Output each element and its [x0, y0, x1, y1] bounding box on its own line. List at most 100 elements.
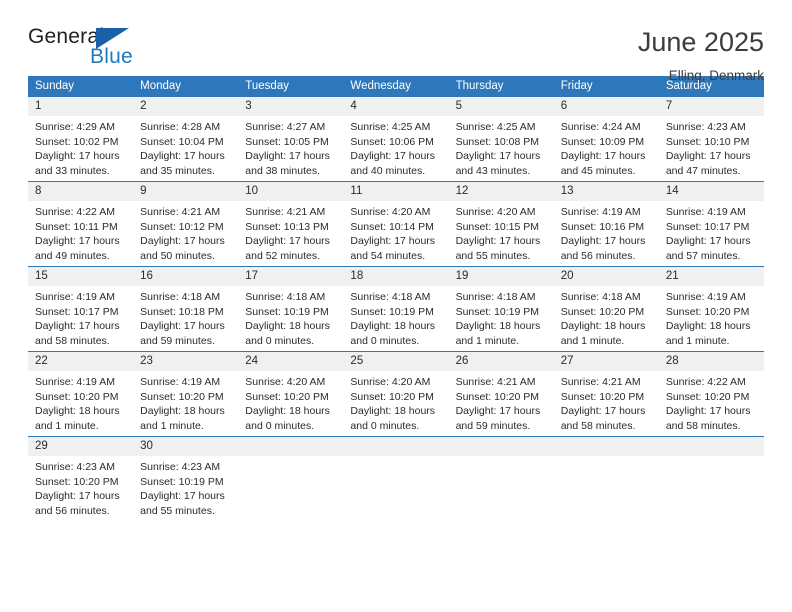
sunset-time: Sunset: 10:09 PM — [560, 135, 645, 148]
calendar-day-cell[interactable]: 26 Sunrise: 4:21 AM Sunset: 10:20 PM Daylig… — [448, 351, 554, 437]
day-number: 9 — [133, 182, 239, 201]
day-number: 26 — [448, 352, 554, 371]
calendar-day-cell[interactable]: 15 Sunrise: 4:19 AM Sunset: 10:17 PM Daylig… — [28, 266, 134, 352]
calendar-day-cell[interactable]: 9 Sunrise: 4:21 AM Sunset: 10:12 PM Dayligh… — [133, 181, 239, 267]
daylight-duration-line2: and 1 minute. — [35, 419, 99, 432]
daylight-duration-line2: and 43 minutes. — [455, 164, 531, 177]
calendar-day-cell[interactable]: 27 Sunrise: 4:21 AM Sunset: 10:20 PM Daylig… — [553, 351, 659, 437]
calendar-day-cell[interactable]: 23 Sunrise: 4:19 AM Sunset: 10:20 PM Daylig… — [133, 351, 239, 437]
calendar-day-cell[interactable]: 16 Sunrise: 4:18 AM Sunset: 10:18 PM Daylig… — [133, 266, 239, 352]
calendar-day-cell[interactable]: 10 Sunrise: 4:21 AM Sunset: 10:13 PM Daylig… — [238, 181, 344, 267]
calendar-day-cell[interactable]: 12 Sunrise: 4:20 AM Sunset: 10:15 PM Daylig… — [448, 181, 554, 267]
day-number: 21 — [658, 267, 764, 286]
day-sun-info: Sunrise: 4:19 AM Sunset: 10:16 PM Daylight… — [554, 201, 659, 263]
sunrise-time: Sunrise: 4:21 AM — [455, 376, 536, 388]
calendar-day-cell[interactable]: 6 Sunrise: 4:24 AM Sunset: 10:09 PM Dayligh… — [553, 97, 659, 182]
day-sun-info: Sunrise: 4:23 AM Sunset: 10:19 PM Daylight… — [133, 456, 238, 518]
calendar-day-cell[interactable]: 28 Sunrise: 4:22 AM Sunset: 10:20 PM Daylig… — [658, 351, 764, 437]
sunset-time: Sunset: 10:19 PM — [350, 305, 434, 318]
sunrise-time: Sunrise: 4:18 AM — [245, 291, 326, 303]
sunset-time: Sunset: 10:20 PM — [140, 390, 224, 403]
calendar-day-cell[interactable]: 21 Sunrise: 4:19 AM Sunset: 10:20 PM Daylig… — [658, 266, 764, 352]
sunrise-time: Sunrise: 4:18 AM — [455, 291, 536, 303]
sunset-time: Sunset: 10:18 PM — [140, 305, 224, 318]
day-sun-info: Sunrise: 4:28 AM Sunset: 10:04 PM Daylight… — [133, 116, 238, 178]
sunset-time: Sunset: 10:10 PM — [665, 135, 750, 148]
calendar-day-cell[interactable]: 3 Sunrise: 4:27 AM Sunset: 10:05 PM Dayligh… — [238, 97, 344, 182]
sunset-time: Sunset: 10:20 PM — [245, 390, 329, 403]
calendar-page: General Blue June 2025 Elling, Denmark S… — [0, 0, 792, 612]
calendar-day-cell[interactable]: 7 Sunrise: 4:23 AM Sunset: 10:10 PM Dayligh… — [658, 97, 764, 182]
daylight-duration-line1: Daylight: 17 hours — [560, 405, 646, 418]
daylight-duration-line1: Daylight: 17 hours — [35, 320, 120, 333]
daylight-duration-line2: and 0 minutes. — [245, 419, 315, 432]
calendar-day-cell[interactable]: 11 Sunrise: 4:20 AM Sunset: 10:14 PM Daylig… — [343, 181, 449, 267]
sunset-time: Sunset: 10:11 PM — [35, 220, 118, 233]
day-number: 22 — [28, 352, 134, 371]
calendar-day-cell[interactable]: 20 Sunrise: 4:18 AM Sunset: 10:20 PM Daylig… — [553, 266, 659, 352]
calendar-day-cell[interactable]: 5 Sunrise: 4:25 AM Sunset: 10:08 PM Dayligh… — [448, 97, 554, 182]
calendar-day-cell[interactable]: 22 Sunrise: 4:19 AM Sunset: 10:20 PM Daylig… — [28, 351, 134, 437]
calendar-day-cell[interactable]: 14 Sunrise: 4:19 AM Sunset: 10:17 PM Daylig… — [658, 181, 764, 267]
day-number — [238, 437, 344, 456]
general-blue-logo[interactable]: General Blue — [28, 26, 148, 72]
daylight-duration-line2: and 55 minutes. — [455, 249, 531, 262]
day-number: 18 — [343, 267, 449, 286]
day-number: 16 — [133, 267, 239, 286]
calendar-day-cell[interactable]: 19 Sunrise: 4:18 AM Sunset: 10:19 PM Daylig… — [448, 266, 554, 352]
day-sun-info: Sunrise: 4:23 AM Sunset: 10:20 PM Daylight… — [28, 456, 133, 518]
day-sun-info: Sunrise: 4:18 AM Sunset: 10:18 PM Daylight… — [133, 286, 238, 348]
daylight-duration-line2: and 56 minutes. — [560, 249, 636, 262]
sunrise-time: Sunrise: 4:20 AM — [350, 376, 431, 388]
calendar-day-cell[interactable]: 25 Sunrise: 4:20 AM Sunset: 10:20 PM Daylig… — [343, 351, 449, 437]
daylight-duration-line2: and 55 minutes. — [140, 504, 215, 517]
sunrise-time: Sunrise: 4:25 AM — [455, 121, 536, 133]
calendar-body: 1 Sunrise: 4:29 AM Sunset: 10:02 PM Dayligh… — [28, 97, 764, 521]
sunset-time: Sunset: 10:12 PM — [140, 220, 224, 233]
calendar-day-cell[interactable]: 24 Sunrise: 4:20 AM Sunset: 10:20 PM Daylig… — [238, 351, 344, 437]
calendar-day-cell[interactable]: 8 Sunrise: 4:22 AM Sunset: 10:11 PM Dayligh… — [28, 181, 134, 267]
daylight-duration-line1: Daylight: 17 hours — [140, 320, 225, 333]
day-sun-info: Sunrise: 4:25 AM Sunset: 10:08 PM Daylight… — [449, 116, 554, 178]
daylight-duration-line2: and 56 minutes. — [35, 504, 110, 517]
calendar-day-cell[interactable]: 17 Sunrise: 4:18 AM Sunset: 10:19 PM Daylig… — [238, 266, 344, 352]
daylight-duration-line1: Daylight: 17 hours — [350, 235, 436, 248]
page-header: General Blue June 2025 Elling, Denmark — [28, 0, 764, 83]
daylight-duration-line2: and 59 minutes. — [455, 419, 531, 432]
day-sun-info: Sunrise: 4:25 AM Sunset: 10:06 PM Daylight… — [343, 116, 448, 178]
sunrise-time: Sunrise: 4:21 AM — [140, 206, 221, 218]
sunrise-time: Sunrise: 4:20 AM — [350, 206, 431, 218]
calendar-day-cell[interactable]: 30 Sunrise: 4:23 AM Sunset: 10:19 PM Daylig… — [133, 436, 239, 521]
calendar-day-cell[interactable]: 2 Sunrise: 4:28 AM Sunset: 10:04 PM Dayligh… — [133, 97, 239, 182]
calendar-day-cell[interactable]: 13 Sunrise: 4:19 AM Sunset: 10:16 PM Daylig… — [553, 181, 659, 267]
day-sun-info: Sunrise: 4:19 AM Sunset: 10:17 PM Daylight… — [28, 286, 133, 348]
calendar-day-cell[interactable]: 29 Sunrise: 4:23 AM Sunset: 10:20 PM Daylig… — [28, 436, 134, 521]
calendar-empty-cell — [238, 436, 344, 521]
daylight-duration-line1: Daylight: 17 hours — [350, 150, 436, 163]
sunset-time: Sunset: 10:20 PM — [350, 390, 434, 403]
sunrise-time: Sunrise: 4:19 AM — [560, 206, 641, 218]
day-sun-info: Sunrise: 4:18 AM Sunset: 10:19 PM Daylight… — [343, 286, 448, 348]
day-sun-info: Sunrise: 4:22 AM Sunset: 10:20 PM Daylight… — [659, 371, 764, 433]
day-number — [553, 437, 659, 456]
day-sun-info: Sunrise: 4:20 AM Sunset: 10:20 PM Daylight… — [238, 371, 343, 433]
daylight-duration-line2: and 35 minutes. — [140, 164, 215, 177]
day-sun-info: Sunrise: 4:20 AM Sunset: 10:15 PM Daylight… — [449, 201, 554, 263]
calendar-day-cell[interactable]: 18 Sunrise: 4:18 AM Sunset: 10:19 PM Daylig… — [343, 266, 449, 352]
sunrise-time: Sunrise: 4:19 AM — [665, 206, 746, 218]
sunrise-time: Sunrise: 4:23 AM — [35, 461, 115, 473]
daylight-duration-line2: and 0 minutes. — [350, 419, 420, 432]
day-sun-info: Sunrise: 4:21 AM Sunset: 10:13 PM Daylight… — [238, 201, 343, 263]
sunset-time: Sunset: 10:17 PM — [35, 305, 119, 318]
sunset-time: Sunset: 10:19 PM — [245, 305, 329, 318]
calendar-day-cell[interactable]: 1 Sunrise: 4:29 AM Sunset: 10:02 PM Dayligh… — [28, 97, 134, 182]
daylight-duration-line2: and 38 minutes. — [245, 164, 320, 177]
daylight-duration-line1: Daylight: 18 hours — [665, 320, 751, 333]
sunset-time: Sunset: 10:20 PM — [560, 305, 645, 318]
day-number: 24 — [238, 352, 344, 371]
daylight-duration-line1: Daylight: 17 hours — [560, 235, 646, 248]
day-number: 25 — [343, 352, 449, 371]
day-number: 8 — [28, 182, 134, 201]
calendar-day-cell[interactable]: 4 Sunrise: 4:25 AM Sunset: 10:06 PM Dayligh… — [343, 97, 449, 182]
daylight-duration-line1: Daylight: 17 hours — [245, 235, 330, 248]
